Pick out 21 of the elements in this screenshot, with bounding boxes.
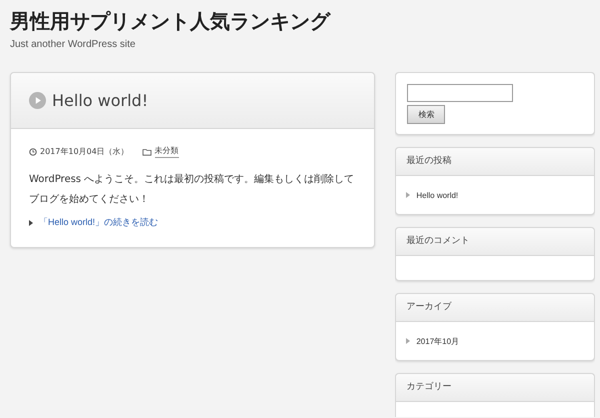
triangle-icon: [29, 220, 33, 226]
post-title[interactable]: Hello world!: [52, 91, 148, 110]
triangle-icon: [406, 192, 410, 198]
folder-icon: [142, 148, 152, 156]
widget-title: 最近のコメント: [396, 228, 594, 256]
read-more-link[interactable]: 「Hello world!」の続きを読む: [39, 216, 158, 229]
category-link[interactable]: 未分類: [154, 145, 179, 158]
search-button[interactable]: 検索: [407, 105, 446, 124]
post-date: 2017年10月04日（水）: [40, 146, 129, 157]
search-field[interactable]: [407, 84, 514, 102]
clock-icon: [29, 148, 37, 156]
site-title[interactable]: 男性用サプリメント人気ランキング: [10, 8, 595, 34]
widget-link[interactable]: Hello world!: [416, 190, 458, 200]
site-tagline: Just another WordPress site: [10, 39, 136, 50]
widget-title: アーカイブ: [396, 294, 594, 322]
widget-title: カテゴリー: [396, 374, 594, 402]
widget-title: 最近の投稿: [396, 148, 594, 176]
widget-link[interactable]: 2017年10月: [416, 336, 460, 346]
play-circle-icon: [29, 92, 46, 109]
triangle-icon: [406, 338, 410, 344]
post-excerpt: WordPress へようこそ。これは最初の投稿です。編集もしくは削除してブログを始めてください！: [29, 172, 356, 207]
